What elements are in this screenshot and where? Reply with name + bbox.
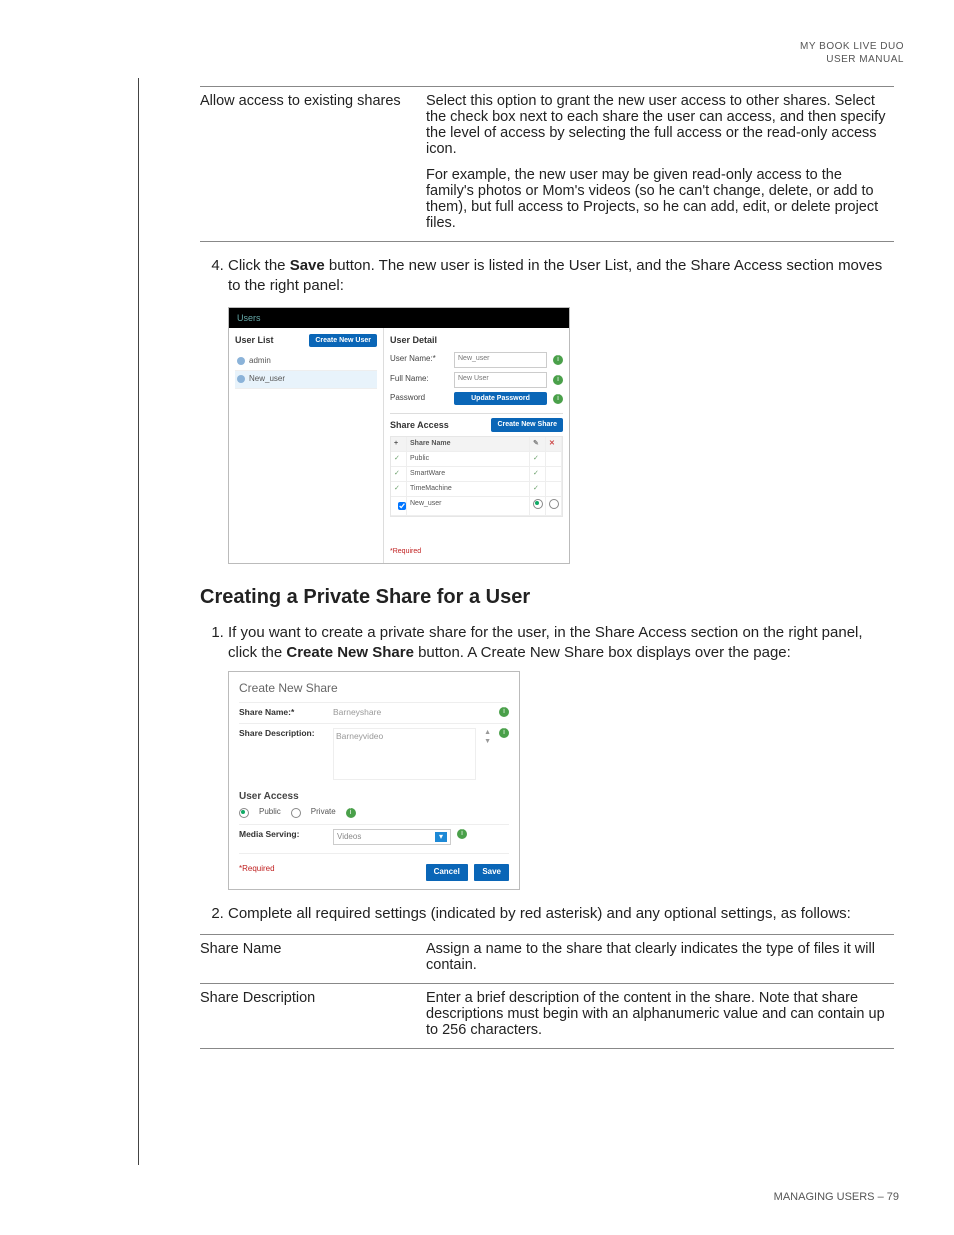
sharename-input[interactable]: Barneyshare (333, 707, 493, 718)
scroll-up-icon[interactable]: ▲ (482, 728, 493, 737)
step-cps-2: Complete all required settings (indicate… (228, 904, 894, 924)
info-icon[interactable]: i (499, 707, 509, 717)
margin-rule (138, 78, 139, 1165)
sharedesc-label: Share Description: (239, 728, 327, 739)
screenshot-users-panel: Users User List Create New User admin (228, 307, 570, 564)
info-icon[interactable]: i (499, 728, 509, 738)
readonly-radio[interactable] (549, 499, 559, 509)
required-note: *Required (239, 864, 275, 875)
userlist-title: User List (235, 334, 274, 346)
term-allow-access: Allow access to existing shares (200, 87, 426, 242)
scroll-down-icon[interactable]: ▼ (482, 737, 493, 746)
term-share-description: Share Description (200, 984, 426, 1049)
mediaserving-label: Media Serving: (239, 829, 327, 840)
username-input[interactable]: New_user (454, 352, 547, 368)
username-label: User Name:* (390, 354, 448, 365)
sharename-label: Share Name:* (239, 707, 327, 718)
cancel-button[interactable]: Cancel (426, 864, 468, 881)
password-label: Password (390, 393, 448, 404)
create-new-share-button[interactable]: Create New Share (491, 418, 563, 431)
desc-share-description: Enter a brief description of the content… (426, 984, 894, 1049)
desc-share-name: Assign a name to the share that clearly … (426, 935, 894, 984)
check-icon[interactable]: ✓ (533, 485, 539, 492)
userdetail-title: User Detail (390, 334, 437, 346)
tab-users[interactable]: Users (229, 308, 569, 328)
check-icon[interactable]: ✓ (394, 455, 400, 462)
check-icon[interactable]: ✓ (533, 455, 539, 462)
update-password-button[interactable]: Update Password (454, 392, 547, 405)
dialog-title: Create New Share (239, 680, 509, 696)
check-icon[interactable]: ✓ (533, 470, 539, 477)
mediaserving-select[interactable]: Videos ▾ (333, 829, 451, 845)
person-icon (237, 357, 245, 365)
col-share-name: Share Name (407, 437, 530, 452)
info-icon[interactable]: i (553, 375, 563, 385)
step-4: Click the Save button. The new user is l… (228, 256, 894, 564)
private-radio[interactable] (291, 808, 301, 818)
public-label: Public (259, 807, 281, 818)
fullname-input[interactable]: New User (454, 372, 547, 388)
share-row-name: Public (407, 452, 530, 467)
chevron-down-icon: ▾ (435, 832, 447, 843)
create-new-user-button[interactable]: Create New User (309, 334, 377, 347)
check-icon[interactable]: ✓ (394, 485, 400, 492)
info-icon[interactable]: i (553, 394, 563, 404)
share-row-checkbox[interactable] (398, 502, 406, 510)
share-row-name: SmartWare (407, 467, 530, 482)
definition-table-share-fields: Share Name Assign a name to the share th… (200, 934, 894, 1049)
header-line1: MY BOOK LIVE DUO (50, 40, 904, 53)
term-share-name: Share Name (200, 935, 426, 984)
user-row[interactable]: admin (235, 353, 377, 371)
info-icon[interactable]: i (346, 808, 356, 818)
share-access-title: Share Access (390, 419, 449, 431)
share-grid: + Share Name ✎ ✕ ✓ Public ✓ ✓ SmartWare (390, 436, 563, 517)
definition-table-allow-access: Allow access to existing shares Select t… (200, 86, 894, 242)
share-row-name: New_user (407, 497, 530, 516)
user-row[interactable]: New_user (235, 371, 377, 389)
edit-icon: ✎ (533, 440, 539, 447)
section-title-private-share: Creating a Private Share for a User (200, 586, 894, 609)
info-icon[interactable]: i (553, 355, 563, 365)
public-radio[interactable] (239, 808, 249, 818)
deny-icon: ✕ (549, 440, 555, 447)
page-header: MY BOOK LIVE DUO USER MANUAL (50, 40, 904, 66)
full-access-radio[interactable] (533, 499, 543, 509)
sharedesc-input[interactable] (333, 728, 476, 780)
screenshot-create-new-share: Create New Share Share Name:* Barneyshar… (228, 671, 520, 890)
fullname-label: Full Name: (390, 374, 448, 385)
page-footer: MANAGING USERS – 79 (774, 1191, 899, 1203)
person-icon (237, 375, 245, 383)
private-label: Private (311, 807, 336, 818)
header-line2: USER MANUAL (50, 53, 904, 66)
desc-allow-access: Select this option to grant the new user… (426, 87, 894, 242)
share-row-name: TimeMachine (407, 482, 530, 497)
save-button[interactable]: Save (474, 864, 509, 881)
step-cps-1: If you want to create a private share fo… (228, 623, 894, 890)
info-icon[interactable]: i (457, 829, 467, 839)
plus-icon[interactable]: + (394, 440, 398, 447)
useraccess-label: User Access (239, 790, 509, 804)
check-icon[interactable]: ✓ (394, 470, 400, 477)
required-note: *Required (390, 547, 563, 556)
